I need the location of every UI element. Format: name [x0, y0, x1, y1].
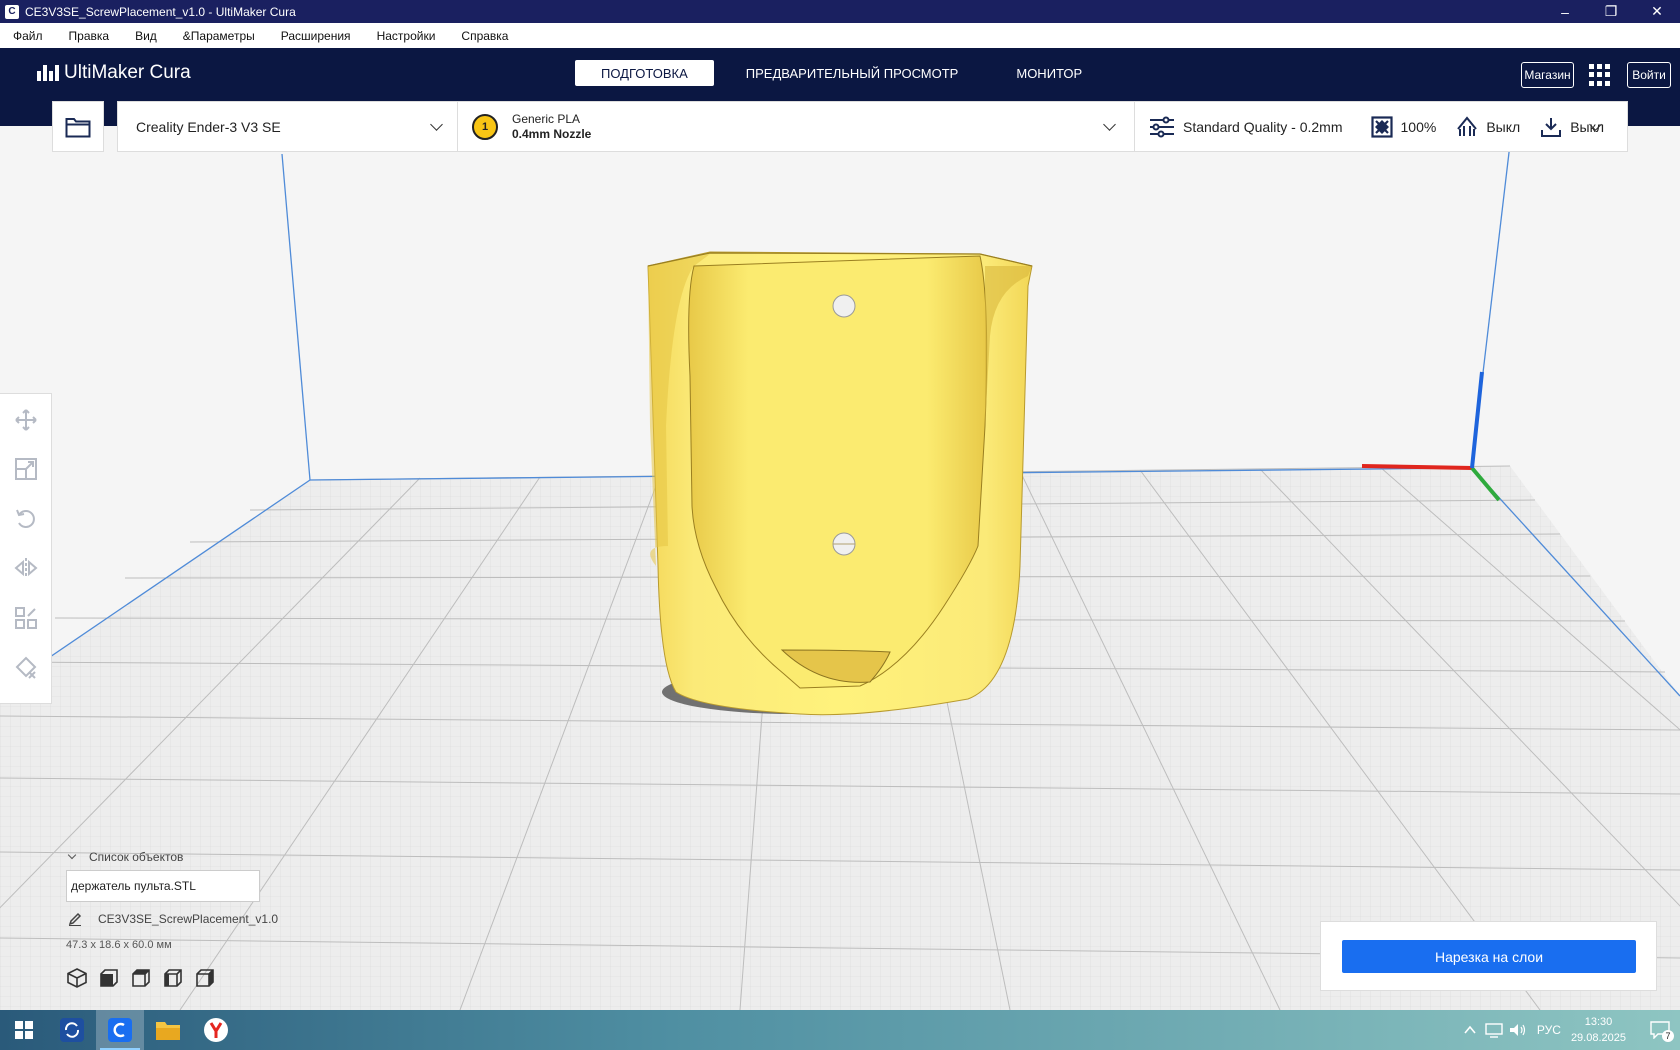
support-value: Выкл	[1486, 118, 1521, 135]
tab-monitor[interactable]: МОНИТОР	[990, 60, 1108, 86]
volume-icon[interactable]	[1509, 1022, 1527, 1038]
material-selector[interactable]: 1 Generic PLA 0.4mm Nozzle	[458, 102, 1135, 151]
view-3d-icon[interactable]	[66, 967, 88, 989]
file-explorer-icon	[156, 1022, 180, 1040]
nozzle-size: 0.4mm Nozzle	[512, 126, 592, 141]
stage-tabs: ПОДГОТОВКА ПРЕДВАРИТЕЛЬНЫЙ ПРОСМОТР МОНИ…	[575, 60, 1114, 86]
per-model-settings-tool[interactable]	[11, 604, 41, 632]
taskbar-app-explorer[interactable]	[144, 1010, 192, 1050]
infill-icon	[1370, 115, 1393, 138]
notification-count-badge: 7	[1662, 1030, 1674, 1042]
chevron-down-icon	[1103, 118, 1116, 131]
scale-icon	[14, 458, 37, 481]
scale-tool[interactable]	[11, 456, 41, 484]
system-tray: РУС 13:30 29.08.2025 7	[1463, 1010, 1680, 1050]
tab-preview[interactable]: ПРЕДВАРИТЕЛЬНЫЙ ПРОСМОТР	[720, 60, 985, 86]
menu-preferences[interactable]: Настройки	[377, 29, 436, 43]
cura-taskbar-icon	[108, 1018, 132, 1042]
object-list-item[interactable]: держатель пульта.STL	[66, 870, 260, 902]
view-left-icon[interactable]	[162, 967, 184, 989]
network-icon[interactable]	[1485, 1022, 1503, 1038]
adhesion-icon	[1541, 117, 1562, 137]
window-title: CE3V3SE_ScrewPlacement_v1.0 - UltiMaker …	[25, 4, 296, 19]
tool-toolbar	[0, 393, 52, 704]
move-icon	[14, 409, 37, 431]
menu-file[interactable]: Файл	[13, 29, 43, 43]
support-blocker-tool[interactable]	[11, 654, 41, 682]
view-right-icon[interactable]	[194, 967, 216, 989]
object-list-toggle[interactable]: Список объектов	[66, 850, 336, 864]
rotate-tool[interactable]	[11, 505, 41, 533]
clock-date: 29.08.2025	[1570, 1032, 1626, 1044]
rotate-icon	[15, 509, 35, 528]
yandex-browser-icon	[204, 1018, 228, 1042]
mirror-tool[interactable]	[11, 555, 41, 583]
material-name: Generic PLA	[512, 111, 581, 126]
menu-view[interactable]: Вид	[135, 29, 157, 43]
input-language[interactable]: РУС	[1537, 1023, 1561, 1037]
taskbar-app-browser[interactable]	[192, 1010, 240, 1050]
printer-name: Creality Ender-3 V3 SE	[136, 118, 281, 135]
windows-logo-icon	[15, 1021, 33, 1039]
job-name: CE3V3SE_ScrewPlacement_v1.0	[98, 912, 279, 926]
minimize-button[interactable]: –	[1542, 0, 1588, 23]
model-dimensions: 47.3 x 18.6 x 60.0 мм	[66, 939, 172, 951]
menu-edit[interactable]: Правка	[69, 29, 110, 43]
view-top-icon[interactable]	[130, 967, 152, 989]
job-name-row[interactable]: CE3V3SE_ScrewPlacement_v1.0	[66, 912, 336, 926]
ultimaker-logo: UltiMaker Cura	[37, 62, 191, 84]
windows-taskbar: РУС 13:30 29.08.2025 7	[0, 1010, 1680, 1050]
tab-prepare[interactable]: ПОДГОТОВКА	[575, 60, 714, 86]
support-blocker-icon	[15, 656, 36, 679]
clock-time: 13:30	[1584, 1016, 1613, 1028]
print-config-bar: Creality Ender-3 V3 SE 1 Generic PLA 0.4…	[117, 101, 1628, 152]
clock[interactable]: 13:30 29.08.2025	[1571, 1014, 1626, 1046]
folder-icon	[65, 117, 91, 137]
extruder-badge-icon: 1	[472, 113, 498, 140]
close-button[interactable]: ✕	[1634, 0, 1680, 23]
menu-settings[interactable]: &Параметры	[183, 29, 255, 43]
restore-button[interactable]: ❐	[1588, 0, 1634, 23]
pencil-icon	[68, 912, 82, 926]
mirror-icon	[13, 558, 38, 579]
printer-selector[interactable]: Creality Ender-3 V3 SE	[118, 102, 458, 151]
cura-app-icon: C	[5, 4, 19, 19]
apps-grid-icon[interactable]	[1589, 64, 1611, 86]
taskbar-app-cura[interactable]	[96, 1010, 144, 1050]
move-tool[interactable]	[11, 406, 41, 434]
marketplace-button[interactable]: Магазин	[1521, 62, 1574, 88]
slice-button[interactable]: Нарезка на слои	[1342, 940, 1636, 973]
open-file-button[interactable]	[52, 101, 104, 152]
camera-view-buttons	[66, 967, 336, 989]
notifications-button[interactable]: 7	[1640, 1010, 1680, 1050]
chevron-down-icon	[430, 118, 443, 131]
signin-button[interactable]: Войти	[1627, 62, 1671, 88]
per-model-settings-icon	[14, 606, 37, 629]
ultimaker-logo-icon	[37, 65, 59, 81]
menubar: Файл Правка Вид &Параметры Расширения На…	[0, 23, 1680, 48]
object-list-panel: Список объектов держатель пульта.STL CE3…	[66, 850, 336, 989]
window-titlebar: C CE3V3SE_ScrewPlacement_v1.0 - UltiMake…	[0, 0, 1680, 23]
menu-extensions[interactable]: Расширения	[281, 29, 351, 43]
profile-name: Standard Quality - 0.2mm	[1183, 118, 1343, 135]
view-front-icon[interactable]	[98, 967, 120, 989]
taskbar-app-sync[interactable]	[48, 1010, 96, 1050]
slice-panel: Нарезка на слои	[1320, 921, 1657, 991]
sync-app-icon	[60, 1018, 84, 1042]
support-icon	[1457, 115, 1478, 136]
object-list-title: Список объектов	[89, 850, 184, 864]
chevron-up-icon[interactable]	[1463, 1023, 1477, 1037]
logo-text: UltiMaker Cura	[64, 62, 191, 83]
infill-value: 100%	[1400, 118, 1437, 135]
menu-help[interactable]: Справка	[461, 29, 508, 43]
start-button[interactable]	[0, 1010, 48, 1050]
sliders-icon	[1150, 116, 1174, 137]
print-settings-selector[interactable]: Standard Quality - 0.2mm 100% Выкл Выкл	[1135, 102, 1627, 151]
chevron-down-icon	[67, 850, 77, 860]
